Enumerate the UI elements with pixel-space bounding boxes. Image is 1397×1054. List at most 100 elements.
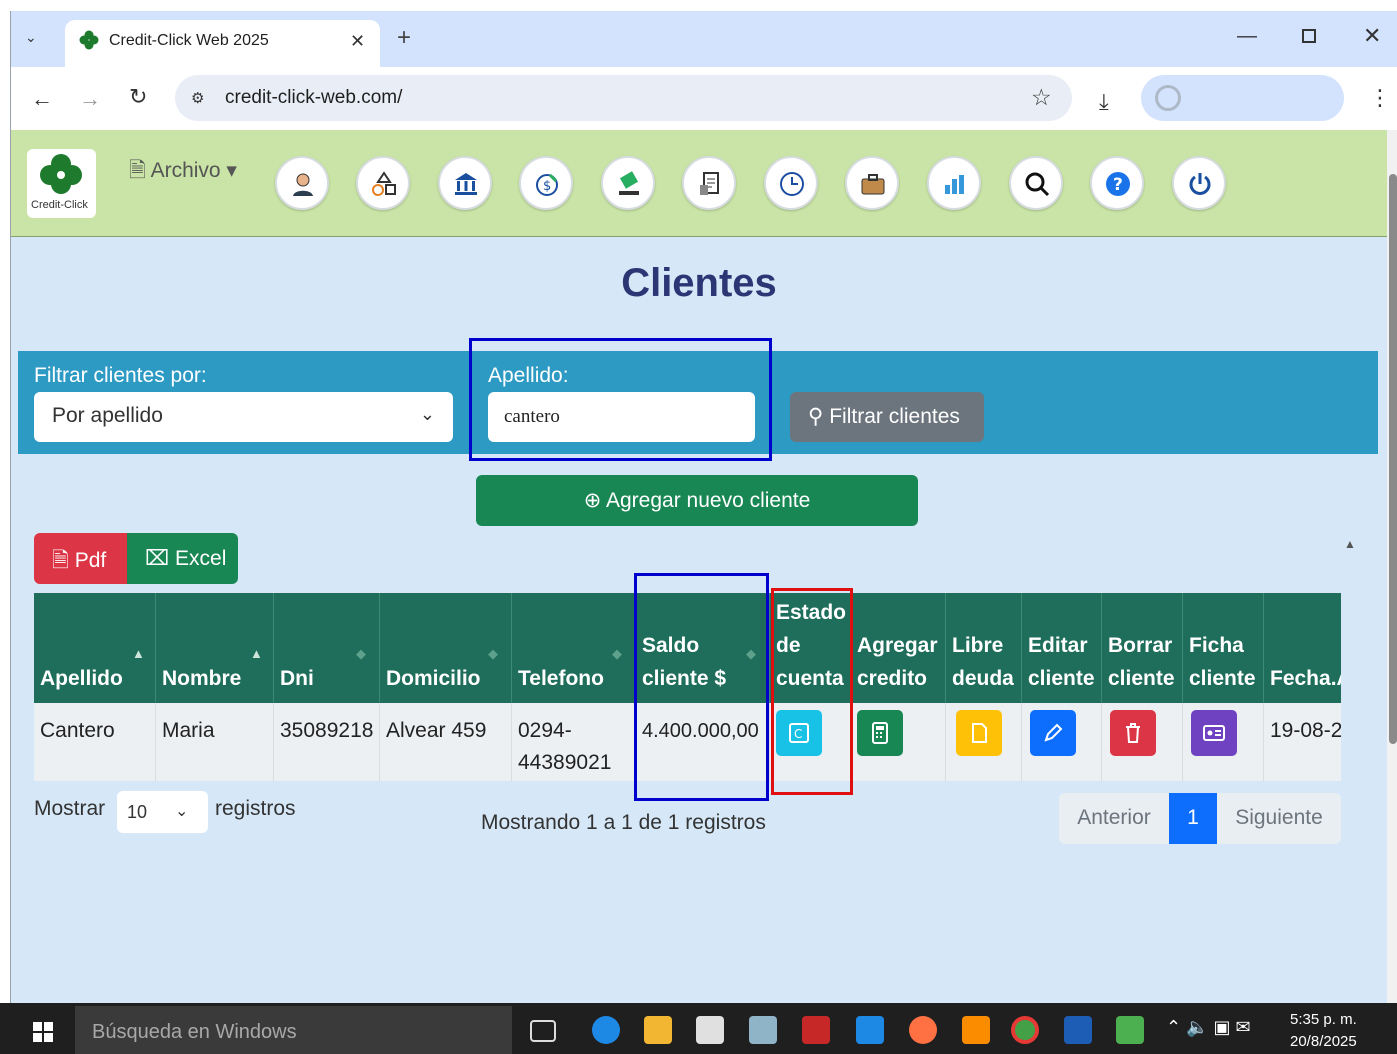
system-tray[interactable]: ⌃ 🔈 ▣ ✉ — [1166, 1017, 1251, 1038]
highlight-box-apellido — [469, 338, 772, 461]
page-scrollbar-thumb[interactable] — [1389, 174, 1397, 744]
xampp-icon[interactable] — [962, 1016, 990, 1044]
money-hand-icon[interactable] — [601, 156, 655, 210]
clock-date: 20/8/2025 — [1290, 1033, 1357, 1050]
add-client-button[interactable]: ⊕ Agregar nuevo cliente — [476, 475, 918, 526]
app-icon[interactable] — [749, 1016, 777, 1044]
clock-icon[interactable] — [764, 156, 818, 210]
tab-strip: ⌄ Credit-Click Web 2025 ✕ + — ✕ — [11, 11, 1397, 67]
sort-arrow-icon: ◆ — [488, 646, 498, 661]
restore-icon[interactable] — [1302, 29, 1316, 43]
filter-clients-button[interactable]: ⚲ Filtrar clientes — [790, 392, 984, 442]
editar-cliente-button[interactable] — [1030, 710, 1076, 756]
firefox-icon[interactable] — [909, 1016, 937, 1044]
agregar-credito-button[interactable] — [857, 710, 903, 756]
new-tab-plus-icon[interactable]: + — [397, 24, 411, 52]
profile-chip[interactable] — [1141, 75, 1344, 121]
page-scrollbar[interactable] — [1387, 130, 1397, 1003]
table-header-label: Nombre — [162, 662, 241, 695]
pencil-icon — [1044, 723, 1063, 742]
site-settings-icon[interactable]: ⚙ — [191, 89, 204, 107]
export-pdf-button[interactable]: 🗎 Pdf — [34, 533, 127, 584]
document-icon[interactable] — [682, 156, 736, 210]
sort-arrow-icon: ▲ — [250, 646, 263, 661]
pdf-label: Pdf — [74, 549, 107, 572]
money-icon[interactable]: $ — [519, 156, 573, 210]
pagination-previous[interactable]: Anterior — [1059, 793, 1169, 844]
libre-deuda-button[interactable] — [956, 710, 1002, 756]
user-icon[interactable] — [275, 156, 329, 210]
vscode-icon[interactable] — [856, 1016, 884, 1044]
table-header-label: Editar cliente — [1028, 629, 1095, 695]
table-scrollbar[interactable]: ▲ — [1342, 533, 1360, 913]
tab-close-icon[interactable]: ✕ — [350, 31, 365, 52]
clock[interactable]: 5:35 p. m. 20/8/2025 — [1290, 1009, 1357, 1053]
highlight-box-estado — [771, 588, 853, 795]
bookmark-star-icon[interactable]: ☆ — [1031, 84, 1052, 111]
borrar-cliente-button[interactable] — [1110, 710, 1156, 756]
app-window-icon[interactable] — [1116, 1016, 1144, 1044]
table-header-line: Agregar — [857, 634, 938, 657]
cell-dni: 35089218 — [274, 703, 380, 781]
clock-time: 5:35 p. m. — [1290, 1011, 1357, 1028]
minimize-icon[interactable]: — — [1237, 25, 1257, 48]
sort-arrow-icon: ▲ — [132, 646, 145, 661]
windows-start-icon[interactable] — [33, 1022, 53, 1042]
chrome-icon[interactable] — [1011, 1016, 1039, 1044]
task-view-icon[interactable] — [530, 1020, 556, 1042]
filter-type-select[interactable]: Por apellido ⌄ — [34, 392, 453, 442]
forward-arrow-icon[interactable]: → — [79, 86, 101, 112]
table-header-line: cliente — [1108, 667, 1175, 690]
edge-icon[interactable] — [592, 1016, 620, 1044]
cell-borrar-cliente — [1102, 703, 1183, 781]
pagination-next[interactable]: Siguiente — [1217, 793, 1341, 844]
cell-libre-deuda — [946, 703, 1022, 781]
file-explorer-icon[interactable] — [644, 1016, 672, 1044]
table-header-label: Telefono — [518, 662, 604, 695]
briefcase-icon[interactable] — [845, 156, 899, 210]
table-header-cell[interactable]: Domicilio ◆ — [380, 593, 512, 703]
sort-arrow-icon: ◆ — [356, 646, 366, 661]
add-client-label: Agregar nuevo cliente — [605, 489, 811, 512]
browser-tab[interactable]: Credit-Click Web 2025 ✕ — [65, 20, 380, 67]
bank-icon[interactable] — [438, 156, 492, 210]
tab-title: Credit-Click Web 2025 — [109, 32, 269, 49]
page-title: Clientes — [621, 261, 777, 305]
windows-search-box[interactable]: Búsqueda en Windows — [75, 1006, 512, 1054]
shapes-icon[interactable] — [356, 156, 410, 210]
reload-icon[interactable]: ↻ — [129, 84, 147, 110]
store-icon[interactable] — [696, 1016, 724, 1044]
table-header-line: Nombre — [162, 667, 242, 690]
profile-avatar-icon — [1155, 85, 1181, 111]
chart-icon[interactable] — [927, 156, 981, 210]
page-length-select[interactable]: 10 ⌄ — [117, 791, 208, 833]
scroll-up-icon[interactable]: ▲ — [1344, 537, 1356, 551]
pagination-page-1[interactable]: 1 — [1169, 793, 1217, 844]
table-header-cell[interactable]: Telefono ◆ — [512, 593, 636, 703]
table-header-cell: Agregar credito — [851, 593, 946, 703]
word-icon[interactable] — [1064, 1016, 1092, 1044]
table-header-cell[interactable]: Apellido ▲ — [34, 593, 156, 703]
credit-click-logo[interactable]: Credit-Click — [27, 149, 96, 218]
browser-menu-icon[interactable]: ⋮ — [1369, 85, 1391, 111]
main-content: Clientes Filtrar clientes por: Por apell… — [11, 237, 1387, 1003]
tab-list-chevron-icon[interactable]: ⌄ — [25, 29, 37, 46]
table-header-cell[interactable]: Nombre ▲ — [156, 593, 274, 703]
table-header-line: deuda — [952, 667, 1014, 690]
windows-taskbar: Búsqueda en Windows ⌃ 🔈 ▣ ✉ 5:35 p. m. 2… — [0, 1003, 1397, 1054]
power-icon[interactable] — [1172, 156, 1226, 210]
download-icon[interactable]: ⤓ — [1099, 89, 1109, 115]
help-icon[interactable]: ? — [1090, 156, 1144, 210]
filezilla-icon[interactable] — [802, 1016, 830, 1044]
export-excel-button[interactable]: ⌧ Excel — [127, 533, 238, 584]
ficha-cliente-button[interactable] — [1191, 710, 1237, 756]
archivo-menu[interactable]: 🗎 Archivo ▾ — [129, 156, 237, 191]
svg-text:?: ? — [1113, 175, 1123, 195]
plus-circle-icon: ⊕ — [583, 489, 602, 512]
table-header-cell[interactable]: Dni ◆ — [274, 593, 380, 703]
back-arrow-icon[interactable]: ← — [31, 86, 53, 112]
address-bar[interactable]: ⚙ credit-click-web.com/ ☆ — [175, 75, 1072, 121]
pdf-file-icon: 🗎 — [52, 549, 69, 572]
window-close-icon[interactable]: ✕ — [1363, 23, 1381, 49]
search-icon[interactable] — [1009, 156, 1063, 210]
